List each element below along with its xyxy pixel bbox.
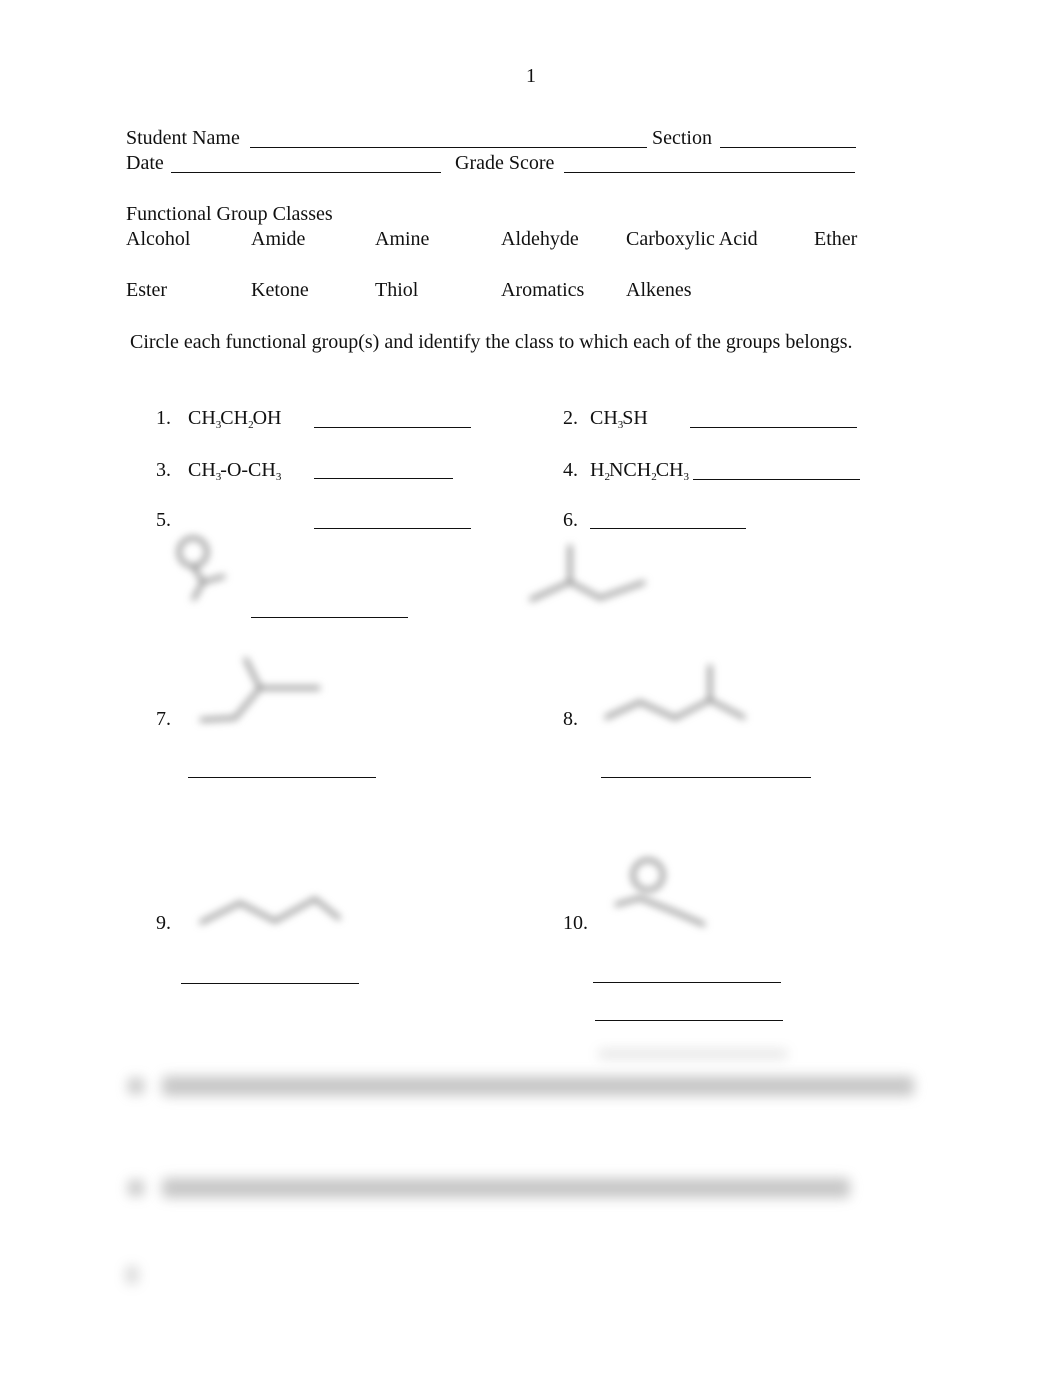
- question-number: 2.: [563, 407, 578, 429]
- answer-field[interactable]: [314, 528, 471, 529]
- class-item: Ketone: [251, 279, 309, 301]
- formula: H2 NCH2 CH3: [590, 460, 688, 483]
- class-item: Ether: [814, 228, 858, 250]
- formula-part: CH: [220, 407, 249, 429]
- molecule-structure-9: [199, 896, 342, 925]
- blurred-question-text: [162, 1076, 914, 1096]
- class-item: Alcohol: [126, 228, 191, 250]
- answer-field[interactable]: [251, 617, 408, 618]
- formula: CH3 CH2 OH: [188, 408, 281, 431]
- blurred-question-number: [128, 1078, 144, 1094]
- blurred-question-text: [162, 1178, 850, 1198]
- question-number: 10.: [563, 912, 588, 934]
- date-field[interactable]: [171, 172, 441, 173]
- grade-score-field[interactable]: [564, 172, 855, 173]
- formula-part: H: [590, 459, 605, 481]
- answer-field[interactable]: [188, 777, 376, 778]
- class-item: Ester: [126, 279, 168, 301]
- question-number: 9.: [156, 912, 171, 934]
- answer-field[interactable]: [693, 479, 860, 480]
- question-number: 1.: [156, 407, 171, 429]
- formula-subscript: 2: [248, 419, 253, 431]
- formula-part: -O-CH: [220, 459, 276, 481]
- student-name-label: Student Name: [126, 127, 240, 149]
- classes-title: Functional Group Classes: [126, 203, 333, 225]
- question-number: 5.: [156, 509, 171, 531]
- question-number: 3.: [156, 459, 171, 481]
- class-item: Amine: [375, 228, 430, 250]
- formula-part: CH: [590, 407, 618, 429]
- class-item: Alkenes: [626, 279, 692, 301]
- formula-subscript: 3: [215, 419, 221, 431]
- answer-field[interactable]: [601, 777, 811, 778]
- class-item: Aromatics: [501, 279, 585, 301]
- question-number: 7.: [156, 708, 171, 730]
- class-item: Carboxylic Acid: [626, 228, 758, 250]
- formula-part: CH: [655, 459, 684, 481]
- formula: CH3 -O-CH3: [188, 459, 281, 483]
- formula-subscript: 2: [651, 471, 656, 483]
- formula-part: SH: [622, 407, 648, 429]
- section-field[interactable]: [720, 147, 856, 148]
- answer-field[interactable]: [690, 427, 857, 428]
- answer-field[interactable]: [314, 427, 471, 428]
- formula-subscript: 3: [275, 471, 281, 483]
- class-item: Aldehyde: [501, 228, 579, 250]
- student-name-field[interactable]: [250, 147, 647, 148]
- formula-subscript: 2: [604, 471, 609, 483]
- grade-score-label: Grade Score: [455, 152, 555, 174]
- answer-field[interactable]: [314, 478, 453, 479]
- molecule-structure-6: [529, 545, 646, 602]
- answer-field[interactable]: [590, 528, 746, 529]
- molecule-structure-10: [614, 858, 706, 927]
- formula-part: OH: [252, 407, 282, 429]
- formula: CH3 SH: [590, 408, 648, 431]
- answer-field[interactable]: [181, 983, 359, 984]
- blurred-question-number: [128, 1180, 144, 1196]
- formula-subscript: 3: [683, 471, 688, 483]
- formula-subscript: 3: [215, 471, 221, 483]
- formula-part: CH: [188, 459, 216, 481]
- page-number: 1: [526, 65, 536, 87]
- formula-part: CH: [188, 407, 216, 429]
- answer-field[interactable]: [593, 982, 781, 983]
- question-number: 8.: [563, 708, 578, 730]
- answer-field[interactable]: [595, 1020, 783, 1021]
- class-item: Thiol: [375, 279, 419, 301]
- question-number: 6.: [563, 509, 578, 531]
- formula-part: NCH: [608, 459, 652, 481]
- class-item: Amide: [251, 228, 306, 250]
- date-label: Date: [126, 152, 164, 174]
- molecule-structure-7: [199, 657, 320, 722]
- instructions: Circle each functional group(s) and iden…: [130, 331, 853, 353]
- molecule-structure-5: [177, 536, 226, 601]
- section-label: Section: [652, 127, 712, 149]
- molecule-structure-8: [604, 665, 746, 721]
- question-number: 4.: [563, 459, 578, 481]
- blurred-answer-field: [598, 1050, 788, 1058]
- blurred-footer-text: [126, 1266, 138, 1284]
- formula-subscript: 3: [617, 419, 623, 431]
